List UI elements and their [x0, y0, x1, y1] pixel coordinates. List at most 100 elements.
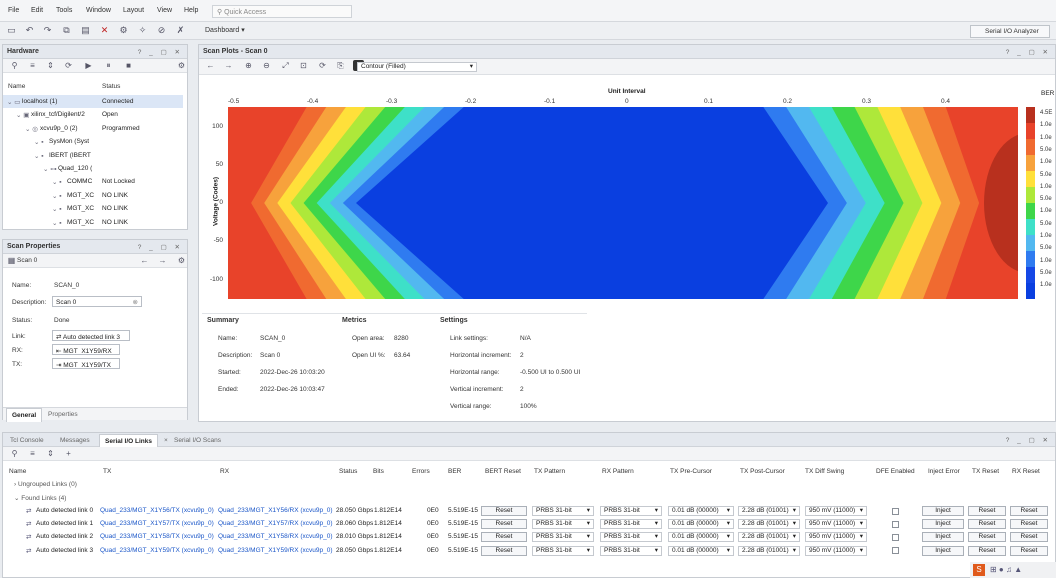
- hardware-tree-row[interactable]: ⌄ ◎ xcvu9p_0 (2) Programmed: [3, 122, 183, 135]
- menu-window[interactable]: Window: [86, 7, 111, 14]
- tx-post-cursor-dropdown[interactable]: 2.28 dB (01001) ▾: [738, 519, 800, 530]
- tx-pre-cursor-dropdown[interactable]: 0.01 dB (00000) ▾: [668, 545, 734, 556]
- dashboard-dropdown[interactable]: Dashboard ▾: [205, 26, 245, 34]
- tx-post-cursor-dropdown[interactable]: 2.28 dB (01001) ▾: [738, 532, 800, 543]
- column-header[interactable]: BER: [448, 468, 461, 475]
- tools-icon[interactable]: ✗: [175, 25, 186, 36]
- column-header[interactable]: TX Pre-Cursor: [670, 468, 712, 475]
- menu-help[interactable]: Help: [184, 7, 198, 14]
- tx-post-cursor-dropdown[interactable]: 2.28 dB (01001) ▾: [738, 545, 800, 556]
- tab-general[interactable]: General: [6, 408, 43, 422]
- column-header[interactable]: DFE Enabled: [876, 468, 915, 475]
- panel-controls[interactable]: ? _ ▢ ✕: [1006, 48, 1051, 56]
- redo-icon[interactable]: ↷: [42, 25, 53, 36]
- tx-diff-swing-dropdown[interactable]: 950 mV (11000) ▾: [805, 506, 867, 516]
- link-tx[interactable]: Quad_233/MGT_X1Y58/TX (xcvu9p_0): [100, 533, 214, 540]
- column-header[interactable]: BERT Reset: [485, 468, 521, 475]
- collapse-all-icon[interactable]: ≡: [27, 60, 38, 71]
- close-tab-icon[interactable]: ×: [164, 437, 168, 444]
- rx-reset-button[interactable]: Reset: [1010, 532, 1048, 543]
- fit-icon[interactable]: ⤢: [280, 60, 291, 71]
- dfe-enabled-checkbox[interactable]: [892, 520, 899, 528]
- run-icon[interactable]: ✧: [137, 25, 148, 36]
- hardware-tree-row[interactable]: ⌄ ▪ MGT_XC NO LINK: [3, 202, 183, 215]
- link-tx[interactable]: Quad_233/MGT_X1Y57/TX (xcvu9p_0): [100, 520, 214, 527]
- column-header[interactable]: TX Post-Cursor: [740, 468, 785, 475]
- tray-icons[interactable]: ⊞ ● ♫ ▲: [990, 565, 1022, 574]
- tx-reset-button[interactable]: Reset: [968, 545, 1006, 556]
- link-name[interactable]: Auto detected link 1: [36, 520, 93, 527]
- hardware-tree-row[interactable]: ⌄ ▣ xilinx_tcf/Digilent/2 Open: [3, 108, 183, 121]
- run-trigger-icon[interactable]: ▶: [83, 60, 94, 71]
- dfe-enabled-checkbox[interactable]: [892, 533, 899, 541]
- inject-error-button[interactable]: Inject: [922, 545, 964, 556]
- copy-icon[interactable]: ⧉: [61, 25, 72, 36]
- rx-pattern-dropdown[interactable]: PRBS 31-bit ▾: [600, 506, 662, 516]
- column-header[interactable]: Errors: [412, 468, 430, 475]
- found-links-group[interactable]: ⌄ Found Links (4): [14, 494, 66, 502]
- tx-pre-cursor-dropdown[interactable]: 0.01 dB (00000) ▾: [668, 519, 734, 530]
- menu-view[interactable]: View: [157, 7, 172, 14]
- link-name[interactable]: Auto detected link 0: [36, 507, 93, 514]
- menu-layout[interactable]: Layout: [123, 7, 144, 14]
- tx-diff-swing-dropdown[interactable]: 950 mV (11000) ▾: [805, 519, 867, 530]
- hardware-tree-row[interactable]: ⌄ ⊶ Quad_120 (: [3, 162, 183, 175]
- search-icon[interactable]: ⚲: [9, 448, 20, 459]
- tx-post-cursor-dropdown[interactable]: 2.28 dB (01001) ▾: [738, 506, 800, 516]
- hardware-tree-row[interactable]: ⌄ ▪ MGT_XC NO LINK: [3, 216, 183, 229]
- tx-field[interactable]: ⇥ MGT_X1Y59/TX: [52, 358, 120, 369]
- collapse-all-icon[interactable]: ≡: [27, 448, 38, 459]
- undo-icon[interactable]: ↶: [24, 25, 35, 36]
- tx-pattern-dropdown[interactable]: PRBS 31-bit ▾: [532, 506, 594, 516]
- back-icon[interactable]: ←: [139, 255, 150, 266]
- add-icon[interactable]: +: [63, 448, 74, 459]
- description-field[interactable]: Scan 0 ⊗: [52, 296, 142, 307]
- tx-diff-swing-dropdown[interactable]: 950 mV (11000) ▾: [805, 545, 867, 556]
- open-icon[interactable]: ▭: [6, 25, 17, 36]
- column-header[interactable]: RX: [220, 468, 229, 475]
- panel-controls[interactable]: ? _ ▢ ✕: [1006, 436, 1051, 444]
- stop-icon[interactable]: ⊘: [156, 25, 167, 36]
- link-field[interactable]: ⇄ Auto detected link 3: [52, 330, 130, 341]
- bert-reset-button[interactable]: Reset: [481, 506, 527, 516]
- refresh-icon[interactable]: ⟳: [63, 60, 74, 71]
- inject-error-button[interactable]: Inject: [922, 532, 964, 543]
- column-header[interactable]: Name: [9, 468, 26, 475]
- column-header[interactable]: Status: [339, 468, 357, 475]
- hardware-tree-row[interactable]: ⌄ ▭ localhost (1) Connected: [3, 95, 183, 108]
- bert-reset-button[interactable]: Reset: [481, 532, 527, 543]
- hardware-tree-row[interactable]: ⌄ ▪ SysMon (Syst: [3, 135, 183, 148]
- column-header[interactable]: TX Reset: [972, 468, 999, 475]
- paste-icon[interactable]: ▤: [80, 25, 91, 36]
- dfe-enabled-checkbox[interactable]: [892, 547, 899, 555]
- column-header[interactable]: RX Reset: [1012, 468, 1040, 475]
- tab-properties[interactable]: Properties: [43, 408, 83, 421]
- clear-icon[interactable]: ⊗: [133, 298, 138, 306]
- dfe-enabled-checkbox[interactable]: [892, 507, 899, 515]
- eye-scan-contour-plot[interactable]: [228, 107, 1018, 299]
- back-icon[interactable]: ←: [205, 60, 216, 71]
- column-header[interactable]: TX Pattern: [534, 468, 565, 475]
- zoom-in-icon[interactable]: ⊕: [243, 60, 254, 71]
- gear-icon[interactable]: ⚙: [118, 25, 129, 36]
- rx-pattern-dropdown[interactable]: PRBS 31-bit ▾: [600, 545, 662, 556]
- zoom-out-icon[interactable]: ⊖: [261, 60, 272, 71]
- quick-access-search[interactable]: ⚲ Quick Access: [212, 5, 352, 18]
- link-rx[interactable]: Quad_233/MGT_X1Y58/RX (xcvu9p_0): [218, 533, 333, 540]
- column-header[interactable]: Inject Error: [928, 468, 960, 475]
- tx-reset-button[interactable]: Reset: [968, 532, 1006, 543]
- rx-pattern-dropdown[interactable]: PRBS 31-bit ▾: [600, 532, 662, 543]
- link-rx[interactable]: Quad_233/MGT_X1Y57/RX (xcvu9p_0): [218, 520, 333, 527]
- gear-icon[interactable]: ⚙: [176, 60, 187, 71]
- stop-trigger-icon[interactable]: ⏸: [103, 60, 114, 71]
- bert-reset-button[interactable]: Reset: [481, 519, 527, 530]
- column-header[interactable]: RX Pattern: [602, 468, 634, 475]
- menu-edit[interactable]: Edit: [31, 7, 43, 14]
- panel-controls[interactable]: ? _ ▢ ✕: [138, 48, 183, 56]
- expand-all-icon[interactable]: ⇕: [45, 448, 56, 459]
- column-header[interactable]: TX Diff Swing: [805, 468, 844, 475]
- close-icon[interactable]: ✕: [99, 25, 110, 36]
- column-header[interactable]: Bits: [373, 468, 384, 475]
- tx-diff-swing-dropdown[interactable]: 950 mV (11000) ▾: [805, 532, 867, 543]
- tx-pre-cursor-dropdown[interactable]: 0.01 dB (00000) ▾: [668, 506, 734, 516]
